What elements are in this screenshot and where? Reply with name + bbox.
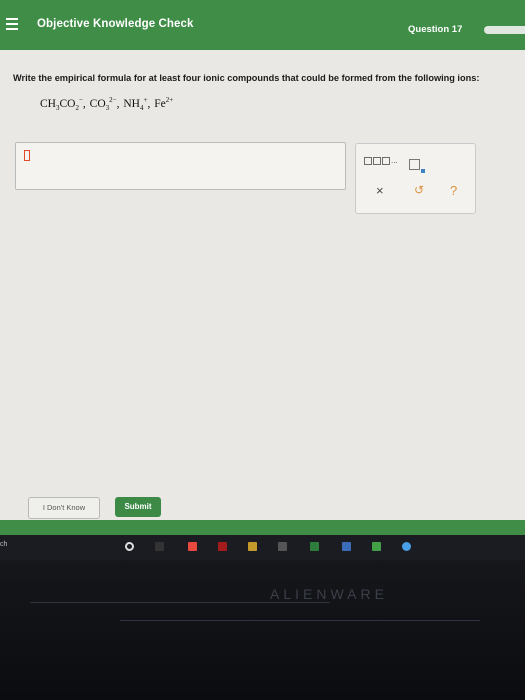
subscript-box-icon <box>409 159 420 171</box>
device-brand-logo: ALIENWARE <box>270 586 388 602</box>
cortana-icon[interactable] <box>125 542 134 551</box>
math-toolpanel: ... × ↺ ? <box>355 143 476 214</box>
subscript-small-icon <box>421 169 425 173</box>
app-icon-red[interactable] <box>188 542 197 551</box>
ion-iron: Fe2+ <box>154 96 174 110</box>
ion-list: CH3CO2−, CO32−, NH4+, Fe2+ <box>40 96 174 112</box>
ion-carbonate: CO32− <box>89 96 117 112</box>
bottom-strip <box>0 520 525 535</box>
app-icon-blue[interactable] <box>342 542 351 551</box>
undo-button[interactable]: ↺ <box>414 183 424 197</box>
subscript-button[interactable] <box>409 156 425 174</box>
clear-button[interactable]: × <box>376 183 384 198</box>
task-view-icon[interactable] <box>155 542 164 551</box>
taskbar-search-text[interactable]: ch <box>0 541 7 548</box>
reflection-line <box>30 602 330 603</box>
dont-know-button[interactable]: I Don't Know <box>28 497 100 519</box>
chrome-icon[interactable] <box>402 542 411 551</box>
question-number: Question 17 <box>408 24 463 35</box>
question-prompt: Write the empirical formula for at least… <box>13 73 480 83</box>
template-box-icon <box>364 156 372 165</box>
ion-acetate: CH3CO2− <box>40 96 83 112</box>
taskbar <box>0 535 525 560</box>
app-icon-office[interactable] <box>372 542 381 551</box>
app-icon-store[interactable] <box>278 542 287 551</box>
input-cursor <box>24 150 30 161</box>
app-icon-netflix[interactable] <box>218 542 227 551</box>
help-button[interactable]: ? <box>450 183 457 198</box>
ion-ammonium: NH4+ <box>123 96 148 112</box>
answer-input[interactable] <box>15 142 346 190</box>
top-bar: Objective Knowledge Check Question 17 <box>0 0 525 50</box>
app-icon-yellow[interactable] <box>248 542 257 551</box>
page-title: Objective Knowledge Check <box>37 18 194 30</box>
template-box-icon <box>382 156 390 165</box>
app-icon-green[interactable] <box>310 542 319 551</box>
progress-bar <box>484 26 525 34</box>
reflection-line <box>120 620 480 621</box>
submit-button[interactable]: Submit <box>115 497 161 517</box>
menu-icon[interactable] <box>6 18 18 30</box>
device-bezel <box>0 560 525 700</box>
app-screen: Objective Knowledge Check Question 17 Wr… <box>0 0 525 535</box>
template-box-icon <box>373 156 381 165</box>
template-list-button[interactable]: ... <box>364 156 398 165</box>
